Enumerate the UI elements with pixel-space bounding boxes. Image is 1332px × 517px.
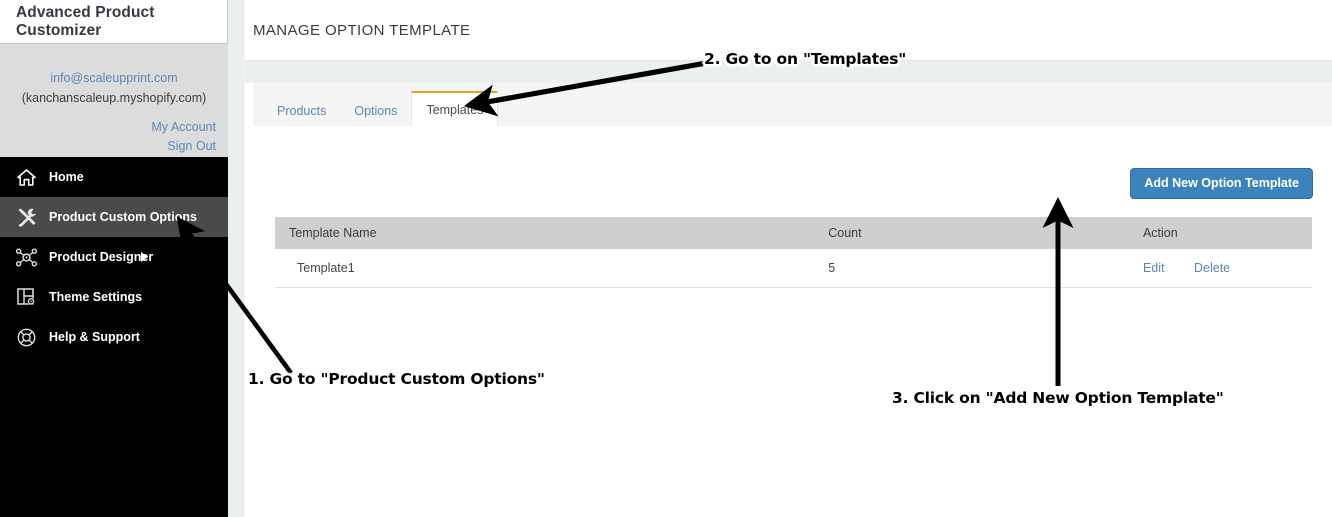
table-head: Template Name Count Action [275, 216, 1312, 249]
table-header-row: Template Name Count Action [275, 216, 1312, 249]
sidebar-item-label: Theme Settings [49, 290, 143, 304]
column-header-action: Action [1114, 216, 1312, 249]
tools-icon [14, 207, 38, 227]
toolbar: Add New Option Template [253, 126, 1332, 199]
home-icon [14, 167, 38, 187]
templates-table-wrap: Template Name Count Action Template1 5 E… [253, 199, 1332, 288]
edit-link[interactable]: Edit [1143, 261, 1165, 275]
sidebar-item-label: Product Custom Options [49, 210, 197, 224]
theme-panel-gear-icon [14, 287, 38, 307]
page-title: MANAGE OPTION TEMPLATE [253, 21, 471, 39]
table-body: Template1 5 Edit Delete [275, 248, 1312, 288]
designer-node-icon [14, 247, 38, 267]
brand-header: Advanced Product Customizer [0, 0, 228, 44]
sidebar-item-home[interactable]: Home [0, 157, 228, 197]
sidebar: Advanced Product Customizer info@scaleup… [0, 0, 228, 517]
main-content: MANAGE OPTION TEMPLATE Products Options … [245, 0, 1332, 517]
brand-title: Advanced Product Customizer [16, 3, 155, 39]
lifering-icon [14, 327, 38, 347]
my-account-link[interactable]: My Account [0, 118, 216, 137]
sidebar-item-product-designer[interactable]: Product Designer [0, 237, 228, 277]
account-email: info@scaleupprint.com [50, 71, 178, 85]
app-root: Advanced Product Customizer info@scaleup… [0, 0, 1332, 517]
sidebar-item-theme-settings[interactable]: Theme Settings [0, 277, 228, 317]
tab-templates[interactable]: Templates [411, 91, 499, 126]
column-header-template-name: Template Name [275, 216, 815, 249]
cell-count: 5 [814, 248, 1115, 288]
page-header: MANAGE OPTION TEMPLATE [245, 0, 1332, 60]
tab-list: Products Options Templates [253, 83, 1332, 126]
table-row: Template1 5 Edit Delete [275, 248, 1312, 288]
account-shop-domain: (kanchanscaleup.myshopify.com) [21, 91, 207, 105]
account-links: My Account Sign Out [0, 114, 228, 156]
add-new-option-template-button[interactable]: Add New Option Template [1130, 168, 1313, 199]
sign-out-link[interactable]: Sign Out [0, 137, 216, 156]
delete-link[interactable]: Delete [1194, 261, 1230, 275]
cell-template-name: Template1 [275, 248, 815, 288]
chevron-right-icon [141, 252, 148, 262]
sidebar-item-label: Product Designer [49, 250, 154, 264]
tab-options[interactable]: Options [340, 96, 411, 126]
sidebar-item-label: Home [49, 170, 84, 184]
templates-table: Template Name Count Action Template1 5 E… [275, 216, 1312, 288]
column-header-count: Count [814, 216, 1115, 249]
tab-products[interactable]: Products [263, 96, 340, 126]
account-info: info@scaleupprint.com (kanchanscaleup.my… [0, 44, 228, 114]
sidebar-nav: Home Product Custom Options Product Desi… [0, 157, 228, 517]
sidebar-item-help-support[interactable]: Help & Support [0, 317, 228, 357]
templates-panel: Add New Option Template Template Name Co… [253, 126, 1332, 517]
sidebar-item-product-custom-options[interactable]: Product Custom Options [0, 197, 228, 237]
tabbar-background [245, 61, 1332, 83]
layout-gutter [228, 0, 245, 517]
cell-actions: Edit Delete [1114, 248, 1312, 288]
sidebar-item-label: Help & Support [49, 330, 140, 344]
